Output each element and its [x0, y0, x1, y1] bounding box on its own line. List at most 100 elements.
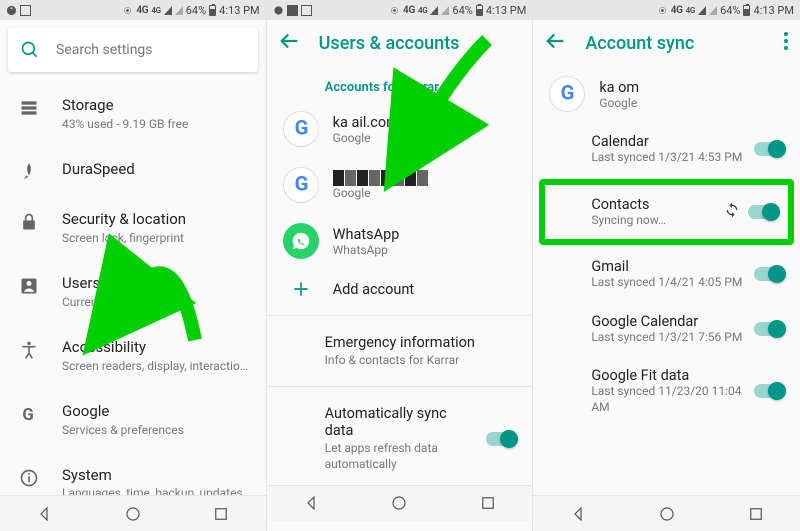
- battery-icon: [743, 5, 750, 16]
- account-provider: Google: [599, 96, 639, 110]
- search-icon: [20, 40, 40, 60]
- nav-back-icon[interactable]: [35, 505, 53, 523]
- account-row-whatsapp[interactable]: WhatsAppWhatsApp: [267, 213, 533, 269]
- item-sub: Screen lock, fingerprint: [62, 230, 186, 246]
- battery-icon: [476, 5, 483, 16]
- sync-toggle[interactable]: [754, 384, 784, 398]
- settings-item-storage[interactable]: Storage43% used - 9.19 GB free: [0, 82, 266, 146]
- nav-recent-icon[interactable]: [747, 505, 765, 523]
- account-email: ka ail.com: [333, 114, 399, 131]
- settings-item-duraspeed[interactable]: DuraSpeed: [0, 146, 266, 196]
- account-provider: WhatsApp: [333, 243, 400, 257]
- sync-toggle[interactable]: [754, 322, 784, 336]
- item-sub: Info & contacts for Karrar: [325, 352, 517, 368]
- item-sub: Services & preferences: [62, 422, 184, 438]
- item-title: Users & accounts: [62, 274, 179, 293]
- nav-home-icon[interactable]: [124, 505, 142, 523]
- sync-item-gmail[interactable]: GmailLast synced 1/4/21 4:05 PM: [533, 247, 800, 302]
- add-account-label: Add account: [333, 281, 415, 298]
- sync-toggle[interactable]: [748, 205, 778, 219]
- sync-item-google-fit[interactable]: Google Fit dataLast synced 11/23/20 11:0…: [533, 356, 800, 426]
- sync-title: Calendar: [591, 133, 746, 150]
- item-title: Security & location: [62, 210, 186, 229]
- emergency-info-row[interactable]: Emergency information Info & contacts fo…: [267, 322, 533, 380]
- battery-icon: [209, 5, 216, 16]
- svg-text:G: G: [294, 174, 308, 196]
- sync-toggle[interactable]: [754, 267, 784, 281]
- sync-account-header: G ka omGoogle: [533, 66, 800, 122]
- status-bar: 4G 4G 64% 4:13 PM: [267, 0, 533, 20]
- highlight-box: ContactsSyncing now…: [539, 179, 794, 246]
- google-g-icon: G: [19, 404, 39, 424]
- settings-item-accessibility[interactable]: AccessibilityScreen readers, display, in…: [0, 324, 266, 388]
- overflow-menu-button[interactable]: [784, 32, 788, 54]
- clock: 4:13 PM: [486, 4, 526, 17]
- nav-back-icon[interactable]: [569, 505, 587, 523]
- users-accounts-pane: 4G 4G 64% 4:13 PM Users & accounts Accou…: [267, 0, 534, 531]
- signal-icon-2: [175, 6, 183, 15]
- app-bar: Account sync: [533, 20, 800, 66]
- back-button[interactable]: [545, 30, 567, 56]
- sync-sub: Last synced 1/3/21 7:56 PM: [591, 330, 746, 346]
- nav-home-icon[interactable]: [390, 494, 408, 512]
- auto-sync-toggle[interactable]: [486, 432, 516, 446]
- network-sup: 4G: [686, 6, 695, 15]
- back-button[interactable]: [279, 30, 301, 56]
- network-sup: 4G: [418, 6, 427, 15]
- svg-text:G: G: [561, 83, 575, 105]
- user-icon: [19, 276, 39, 296]
- settings-root-pane: 4G 4G 64% 4:13 PM Storage43% used - 9.19…: [0, 0, 267, 531]
- hotspot-icon: [122, 5, 133, 16]
- item-title: Storage: [62, 96, 188, 115]
- nav-recent-icon[interactable]: [479, 494, 497, 512]
- item-sub: 43% used - 9.19 GB free: [62, 116, 188, 132]
- settings-item-security[interactable]: Security & locationScreen lock, fingerpr…: [0, 196, 266, 260]
- sync-sub: Last synced 1/4/21 4:05 PM: [591, 275, 746, 291]
- item-sub: Screen readers, display, interactio…: [62, 358, 248, 374]
- item-title: System: [62, 466, 243, 485]
- nav-back-icon[interactable]: [302, 494, 320, 512]
- sync-item-calendar[interactable]: CalendarLast synced 1/3/21 4:53 PM: [533, 122, 800, 177]
- signal-icon: [430, 6, 438, 15]
- nav-bar: [533, 495, 800, 531]
- account-email-redacted: [333, 170, 428, 186]
- item-title: Emergency information: [325, 334, 517, 351]
- add-account-row[interactable]: Add account: [267, 269, 533, 309]
- nav-recent-icon[interactable]: [212, 505, 230, 523]
- search-input[interactable]: [56, 42, 246, 58]
- item-title: Google: [62, 402, 184, 421]
- nav-home-icon[interactable]: [658, 505, 676, 523]
- hotspot-icon: [389, 5, 400, 16]
- account-row-google-2[interactable]: G Google: [267, 157, 533, 213]
- nav-bar: [0, 495, 266, 531]
- plus-icon: [283, 279, 319, 299]
- item-sub: Let apps refresh data automatically: [325, 440, 479, 472]
- page-title: Account sync: [585, 33, 766, 54]
- settings-item-users[interactable]: Users & accountsCurrent user: Karrar: [0, 260, 266, 324]
- network-label: 4G: [671, 5, 683, 16]
- sync-item-contacts[interactable]: ContactsSyncing now…: [545, 185, 788, 240]
- sync-title: Contacts: [591, 196, 716, 213]
- sync-item-google-calendar[interactable]: Google CalendarLast synced 1/3/21 7:56 P…: [533, 302, 800, 357]
- account-row-google-1[interactable]: G ka ail.comGoogle: [267, 101, 533, 157]
- divider: [267, 315, 533, 316]
- settings-item-system[interactable]: SystemLanguages, time, backup, updates: [0, 452, 266, 495]
- battery-pct: 64%: [452, 4, 472, 17]
- sync-toggle[interactable]: [754, 142, 784, 156]
- app-icon: [273, 5, 284, 16]
- search-settings[interactable]: [8, 28, 258, 72]
- item-title: DuraSpeed: [62, 160, 135, 179]
- page-title: Users & accounts: [319, 33, 521, 54]
- auto-sync-row[interactable]: Automatically sync data Let apps refresh…: [267, 393, 533, 484]
- signal-icon-2: [709, 6, 717, 15]
- accessibility-icon: [19, 340, 39, 360]
- divider: [267, 386, 533, 387]
- settings-list: Storage43% used - 9.19 GB free DuraSpeed…: [0, 82, 266, 495]
- clock: 4:13 PM: [753, 4, 793, 17]
- whatsapp-icon: [283, 223, 319, 259]
- settings-item-google[interactable]: G GoogleServices & preferences: [0, 388, 266, 452]
- sync-sub: Syncing now…: [591, 213, 716, 229]
- account-provider: Google: [333, 186, 428, 200]
- notif-icon-2: [301, 5, 312, 16]
- lock-icon: [19, 212, 39, 232]
